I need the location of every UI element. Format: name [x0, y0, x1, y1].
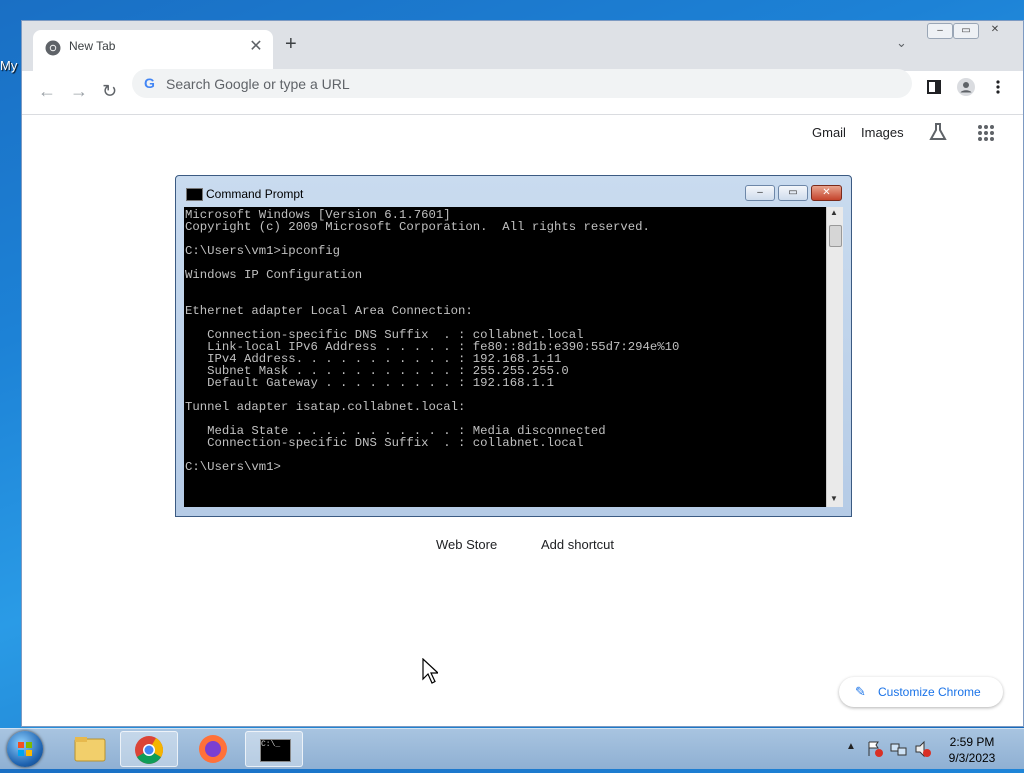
- cmd-output: Microsoft Windows [Version 6.1.7601] Cop…: [185, 208, 680, 474]
- omnibox-placeholder: Search Google or type a URL: [166, 76, 350, 92]
- browser-toolbar: ← → ↻ G Search Google or type a URL: [22, 69, 1023, 115]
- network-icon[interactable]: [890, 740, 908, 758]
- tab-new-tab[interactable]: New Tab ✕: [33, 30, 273, 71]
- menu-dots-icon[interactable]: [996, 80, 1000, 94]
- cmd-window-icon: [186, 188, 203, 201]
- clock-time: 2:59 PM: [949, 735, 995, 749]
- google-icon: G: [144, 75, 155, 91]
- apps-grid-icon[interactable]: [977, 124, 995, 142]
- cmd-scrollbar[interactable]: ▲ ▼: [826, 207, 843, 507]
- chrome-icon: [45, 40, 61, 56]
- folder-icon: [74, 737, 106, 762]
- cmd-title: Command Prompt: [206, 187, 304, 201]
- forward-button[interactable]: →: [70, 81, 88, 102]
- clock[interactable]: 2:59 PM 9/3/2023: [941, 734, 1003, 766]
- start-button[interactable]: [7, 731, 43, 767]
- cmd-minimize-button[interactable]: –: [745, 185, 775, 201]
- minimize-button[interactable]: –: [927, 23, 953, 39]
- tab-strip: New Tab ✕ + ⌄ – ▭ ✕: [22, 21, 1023, 71]
- gmail-link[interactable]: Gmail: [812, 125, 846, 140]
- back-button[interactable]: ←: [38, 81, 56, 102]
- tab-title: New Tab: [69, 39, 116, 53]
- action-center-icon[interactable]: [866, 740, 884, 758]
- taskbar-explorer[interactable]: [60, 731, 118, 767]
- profile-icon[interactable]: [957, 78, 975, 96]
- desktop-icon-label: My: [0, 58, 18, 73]
- cmd-close-button[interactable]: ✕: [811, 185, 842, 201]
- chrome-taskbar-icon: [135, 736, 163, 764]
- reload-button[interactable]: ↻: [102, 81, 117, 102]
- tab-search-icon[interactable]: ⌄: [896, 35, 907, 51]
- scroll-down-icon[interactable]: ▼: [830, 494, 838, 503]
- customize-chrome-button[interactable]: ✎ Customize Chrome: [839, 677, 1003, 707]
- command-prompt-window[interactable]: Command Prompt – ▭ ✕ Microsoft Windows […: [175, 175, 852, 517]
- shortcut-add[interactable]: Add shortcut: [541, 537, 614, 552]
- tab-close-icon[interactable]: ✕: [247, 36, 265, 56]
- customize-chrome-label: Customize Chrome: [878, 685, 981, 699]
- firefox-icon: [199, 735, 227, 763]
- close-button[interactable]: ✕: [983, 23, 1007, 37]
- mouse-cursor-icon: [422, 658, 438, 684]
- scroll-up-icon[interactable]: ▲: [830, 208, 838, 217]
- clock-date: 9/3/2023: [948, 751, 996, 765]
- volume-muted-icon[interactable]: [914, 740, 932, 758]
- taskbar-firefox[interactable]: [184, 731, 242, 767]
- taskbar-chrome[interactable]: [120, 731, 178, 767]
- omnibox[interactable]: G Search Google or type a URL: [132, 69, 912, 98]
- pencil-icon: ✎: [855, 684, 866, 699]
- labs-flask-icon[interactable]: [928, 122, 948, 142]
- windows-logo-icon: [18, 742, 32, 756]
- taskbar: C:\_ ▲ 2:59 PM 9/3/2023: [0, 728, 1024, 769]
- images-link[interactable]: Images: [861, 125, 904, 140]
- side-panel-icon[interactable]: [927, 80, 941, 94]
- show-hidden-icons-button[interactable]: ▲: [846, 741, 856, 752]
- new-tab-button[interactable]: +: [285, 33, 297, 56]
- restore-button[interactable]: ▭: [953, 23, 979, 39]
- cmd-maximize-button[interactable]: ▭: [778, 185, 808, 201]
- cmd-taskbar-icon: C:\_: [260, 739, 291, 762]
- cmd-console[interactable]: Microsoft Windows [Version 6.1.7601] Cop…: [184, 207, 826, 507]
- taskbar-cmd[interactable]: C:\_: [245, 731, 303, 767]
- shortcut-web-store[interactable]: Web Store: [436, 537, 497, 552]
- scroll-thumb[interactable]: [829, 225, 842, 247]
